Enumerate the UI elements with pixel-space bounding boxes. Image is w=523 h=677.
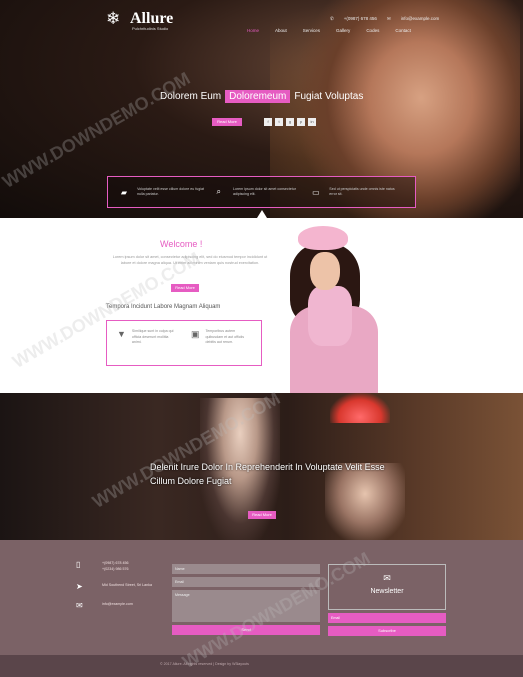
welcome-read-more-button[interactable]: Read More (171, 284, 199, 292)
model-hat (298, 226, 348, 250)
newsletter-box: ✉ Newsletter (328, 564, 446, 610)
feature-text: Lorem ipsum dolor sit amet consectetur a… (232, 187, 296, 196)
nav-home[interactable]: Home (247, 28, 259, 33)
subscribe-button[interactable]: Subscribe (328, 626, 446, 636)
top-contact: ✆ +(0987) 678 456 ✉ info@example.com (330, 16, 439, 22)
contact-address-row: ➤ Mid Southend Street, Sri Lanka (76, 582, 156, 591)
email-field[interactable]: Email (172, 577, 320, 587)
mail-icon: ✉ (386, 16, 391, 21)
top-email[interactable]: info@example.com (401, 16, 440, 22)
folder-icon: ▰ (120, 187, 127, 197)
contact-section: ▯ +(0987) 678 456 +(0234) 986 576 ➤ Mid … (0, 540, 523, 655)
send-button[interactable]: Send (172, 625, 320, 635)
feature-item: ▰ Voluptate velit esse cillum dolore eu … (121, 187, 211, 197)
welcome-feature: ▼ Similique sunt in culpa qui officia de… (117, 329, 177, 357)
welcome-subtitle: Tempora Incidunt Labore Magnam Aliquam (106, 304, 221, 310)
newsletter-title: Newsletter (370, 588, 404, 595)
photo-band-section: Delenit Irure Dolor In Reprehenderit In … (0, 393, 523, 540)
hero-section: ❄ Allure Pulchritudinis Studio ✆ +(0987)… (0, 0, 523, 218)
phone-icon: ✆ (330, 16, 334, 21)
feature-item: ⌕ Lorem ipsum dolor sit amet consectetur… (216, 187, 306, 197)
contact-form: Name Email Message Send (172, 564, 320, 635)
contact-email[interactable]: info@example.com (102, 601, 133, 610)
nav-gallery[interactable]: Gallery (336, 28, 350, 33)
welcome-features-box: ▼ Similique sunt in culpa qui officia de… (106, 320, 262, 366)
contact-phone-1: +(0987) 678 456 (102, 561, 129, 565)
newsletter-email-field[interactable]: Email (328, 613, 446, 623)
mobile-icon: ▯ (76, 560, 81, 569)
feature-text: Sed ut perspiciatis unde omnis iste natu… (329, 187, 395, 196)
social-links: f t g p in (264, 118, 316, 126)
contact-address: Mid Southend Street, Sri Lanka (102, 583, 152, 587)
monitor-icon: ▭ (312, 187, 320, 197)
model-face (310, 252, 340, 290)
message-field[interactable]: Message (172, 590, 320, 622)
search-icon: ⌕ (216, 187, 221, 196)
snowflake-icon: ❄ (106, 9, 121, 28)
google-icon[interactable]: g (286, 118, 294, 126)
contact-phone-row: ▯ +(0987) 678 456 +(0234) 986 576 (76, 560, 156, 572)
main-nav: Home About Services Gallery Codes Contac… (247, 28, 411, 33)
welcome-text: Lorem ipsum dolor sit amet, consectetur … (112, 255, 268, 265)
band-read-more-button[interactable]: Read More (248, 511, 276, 519)
image-icon: ▣ (191, 329, 200, 339)
contact-phones: +(0987) 678 456 +(0234) 986 576 (102, 560, 128, 572)
hero-title-before: Dolorem Eum (160, 91, 222, 102)
contact-email-row: ✉ info@example.com (76, 601, 156, 610)
name-field[interactable]: Name (172, 564, 320, 574)
welcome-feature-text: Similique sunt in culpa qui officia dese… (131, 329, 174, 344)
footer: © 2017 Allure. All rights reserved | Des… (0, 655, 523, 677)
welcome-feature-text: Temporibus autem quibusdam et aut offici… (205, 329, 245, 344)
feature-item: ▭ Sed ut perspiciatis unde omnis iste na… (312, 187, 402, 197)
nav-contact[interactable]: Contact (395, 28, 411, 33)
nav-services[interactable]: Services (303, 28, 320, 33)
location-arrow-icon: ➤ (76, 582, 83, 591)
band-headline: Delenit Irure Dolor In Reprehenderit In … (150, 462, 385, 486)
contact-phone-2: +(0234) 986 576 (102, 567, 129, 571)
welcome-section: Welcome ! Lorem ipsum dolor sit amet, co… (0, 218, 523, 393)
footer-text: © 2017 Allure. All rights reserved | Des… (160, 662, 249, 666)
pinterest-icon[interactable]: p (297, 118, 305, 126)
hero-title: Dolorem Eum Doloremeum Fugiat Voluptas (160, 90, 363, 103)
welcome-feature: ▣ Temporibus autem quibusdam et aut offi… (191, 329, 251, 357)
nav-codes[interactable]: Codes (366, 28, 379, 33)
linkedin-icon[interactable]: in (308, 118, 316, 126)
lamp-image (330, 393, 390, 423)
envelope-icon: ✉ (76, 601, 83, 610)
nav-about[interactable]: About (275, 28, 287, 33)
envelope-icon: ✉ (383, 573, 391, 583)
facebook-icon[interactable]: f (264, 118, 272, 126)
model-image (290, 226, 380, 393)
features-box: ▰ Voluptate velit esse cillum dolore eu … (107, 176, 416, 208)
hero-read-more-button[interactable]: Read More (212, 118, 242, 126)
hero-title-after: Fugiat Voluptas (294, 91, 364, 102)
section-arrow (257, 210, 267, 218)
welcome-title: Welcome ! (160, 239, 203, 249)
top-phone: +(0987) 678 456 (343, 16, 377, 21)
filter-icon: ▼ (117, 329, 126, 339)
hero-title-highlight: Doloremeum (225, 90, 291, 103)
contact-info: ▯ +(0987) 678 456 +(0234) 986 576 ➤ Mid … (76, 560, 156, 620)
brand-subtitle: Pulchritudinis Studio (132, 26, 169, 31)
feature-text: Voluptate velit esse cillum dolore eu fu… (137, 187, 204, 196)
twitter-icon[interactable]: t (275, 118, 283, 126)
model-scarf (308, 286, 352, 346)
